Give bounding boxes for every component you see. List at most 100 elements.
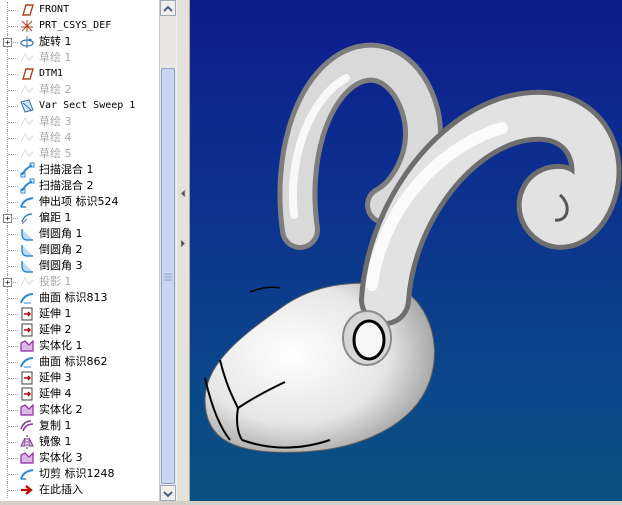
tree-item-label: 投影 1: [39, 275, 72, 288]
tree-item-label: 延伸 1: [39, 307, 72, 320]
tree-item[interactable]: 在此插入: [0, 482, 159, 498]
tree-item[interactable]: 实体化 1: [0, 338, 159, 354]
tree-item[interactable]: 切剪 标识1248: [0, 466, 159, 482]
scroll-up-button[interactable]: [160, 0, 176, 16]
tree-item[interactable]: 倒圆角 3: [0, 258, 159, 274]
tree-item[interactable]: 草绘 4: [0, 130, 159, 146]
tree-connector-line: [8, 426, 18, 427]
tree-item-label: 草绘 1: [39, 51, 72, 64]
round-icon: [19, 226, 35, 242]
collapse-left-arrow-icon[interactable]: [180, 190, 186, 197]
datum-plane-icon: [19, 66, 35, 82]
scroll-down-button[interactable]: [160, 485, 176, 501]
tree-item[interactable]: + 旋转 1: [0, 34, 159, 50]
tree-connector-line: [8, 58, 18, 59]
tree-connector-line: [8, 122, 18, 123]
tree-connector-line: [8, 186, 18, 187]
tree-item[interactable]: + 偏距 1: [0, 210, 159, 226]
tree-connector-line: [8, 170, 18, 171]
coordinate-system-icon: [19, 18, 35, 34]
tree-connector-line: [8, 442, 18, 443]
tree-connector-line: [8, 378, 18, 379]
tree-item-label: 复制 1: [39, 419, 72, 432]
tree-item-label: 倒圆角 1: [39, 227, 83, 240]
tree-item-label: 延伸 3: [39, 371, 72, 384]
tree-item-label: 曲面 标识813: [39, 291, 108, 304]
scroll-down-arrow-icon: [163, 491, 173, 498]
tree-connector-line: [8, 234, 18, 235]
revolve-icon: [19, 34, 35, 50]
extend-icon: [19, 306, 35, 322]
tree-item[interactable]: 延伸 1: [0, 306, 159, 322]
tree-item-label: Var Sect Sweep 1: [39, 100, 136, 111]
tree-item[interactable]: DTM1: [0, 66, 159, 82]
tree-item[interactable]: 曲面 标识813: [0, 290, 159, 306]
tree-item[interactable]: PRT_CSYS_DEF: [0, 18, 159, 34]
offset-icon: [19, 210, 35, 226]
tree-item[interactable]: Var Sect Sweep 1: [0, 98, 159, 114]
tree-connector-line: [8, 314, 18, 315]
tree-connector-line: [8, 26, 18, 27]
tree-item[interactable]: 草绘 2: [0, 82, 159, 98]
solidify-icon: [19, 338, 35, 354]
extend-icon: [19, 370, 35, 386]
tree-connector-line: [8, 474, 18, 475]
tree-item[interactable]: 镜像 1: [0, 434, 159, 450]
model-tree: FRONT PRT_CSYS_DEF + 旋转 1 草绘 1 DTM1 草绘 2 Var Se…: [0, 0, 159, 501]
tree-item-label: 曲面 标识862: [39, 355, 108, 368]
expand-toggle[interactable]: +: [3, 38, 12, 47]
panel-splitter[interactable]: [176, 0, 190, 501]
tree-connector-line: [8, 346, 18, 347]
surface-icon: [19, 290, 35, 306]
tree-item[interactable]: 延伸 2: [0, 322, 159, 338]
tree-item-label: 草绘 3: [39, 115, 72, 128]
sketch-icon: [19, 114, 35, 130]
tree-item-label: 实体化 2: [39, 403, 83, 416]
3d-graphics-window[interactable]: [190, 0, 622, 501]
tree-item-label: DTM1: [39, 68, 64, 79]
tree-connector-line: [8, 394, 18, 395]
cut-icon: [19, 466, 35, 482]
tree-item[interactable]: 倒圆角 2: [0, 242, 159, 258]
tree-item-label: 倒圆角 3: [39, 259, 83, 272]
tree-item[interactable]: 草绘 5: [0, 146, 159, 162]
tree-item[interactable]: 复制 1: [0, 418, 159, 434]
tree-item[interactable]: 草绘 1: [0, 50, 159, 66]
tree-connector-line: [8, 490, 18, 491]
swept-blend-icon: [19, 178, 35, 194]
tree-connector-line: [8, 138, 18, 139]
tree-item[interactable]: 伸出项 标识524: [0, 194, 159, 210]
tree-connector-line: [8, 250, 18, 251]
tree-connector-line: [8, 10, 18, 11]
tree-item-label: 镜像 1: [39, 435, 72, 448]
extend-icon: [19, 322, 35, 338]
scroll-thumb[interactable]: [161, 68, 175, 484]
expand-right-arrow-icon[interactable]: [180, 240, 186, 247]
tree-item[interactable]: FRONT: [0, 2, 159, 18]
sketch-icon: [19, 50, 35, 66]
tree-item[interactable]: 实体化 2: [0, 402, 159, 418]
tree-item-label: 扫描混合 1: [39, 163, 94, 176]
tree-item[interactable]: 倒圆角 1: [0, 226, 159, 242]
tree-item[interactable]: 草绘 3: [0, 114, 159, 130]
round-icon: [19, 242, 35, 258]
tree-connector-line: [8, 298, 18, 299]
sketch-icon: [19, 82, 35, 98]
tree-connector-line: [8, 154, 18, 155]
tree-item[interactable]: 曲面 标识862: [0, 354, 159, 370]
tree-connector-line: [8, 74, 18, 75]
tree-item[interactable]: + 投影 1: [0, 274, 159, 290]
tree-item-label: 实体化 1: [39, 339, 83, 352]
round-icon: [19, 258, 35, 274]
datum-plane-icon: [19, 2, 35, 18]
tree-item[interactable]: 延伸 4: [0, 386, 159, 402]
tree-item[interactable]: 扫描混合 2: [0, 178, 159, 194]
expand-toggle[interactable]: +: [3, 214, 12, 223]
model-tree-scrollbar[interactable]: [159, 0, 176, 501]
tree-item[interactable]: 扫描混合 1: [0, 162, 159, 178]
expand-toggle[interactable]: +: [3, 278, 12, 287]
tree-item[interactable]: 延伸 3: [0, 370, 159, 386]
tree-connector-line: [8, 106, 18, 107]
tree-item[interactable]: 实体化 3: [0, 450, 159, 466]
tree-connector-line: [8, 202, 18, 203]
